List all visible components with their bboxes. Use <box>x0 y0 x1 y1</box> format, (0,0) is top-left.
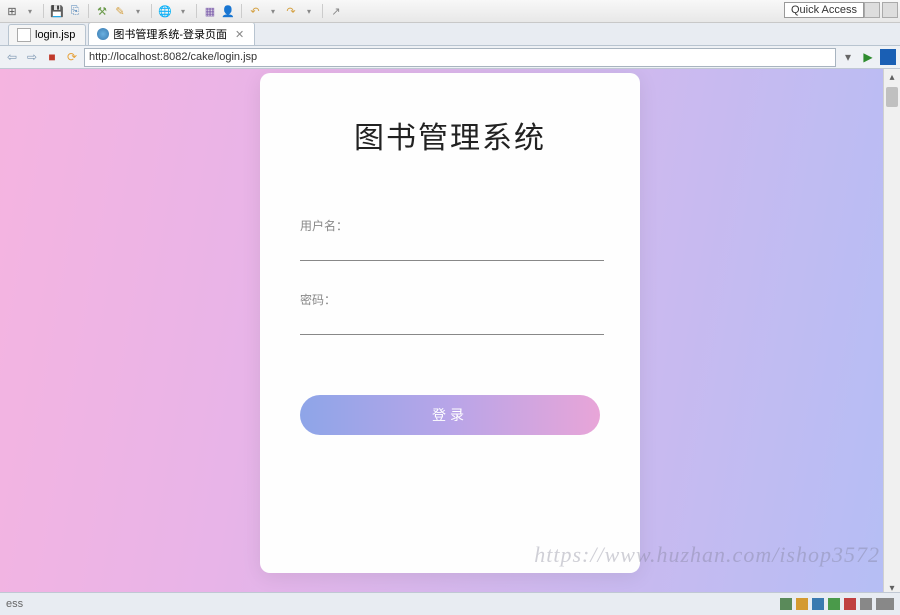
dropdown-icon[interactable]: ▾ <box>175 3 191 19</box>
status-icon[interactable] <box>860 598 872 610</box>
password-input[interactable] <box>300 312 604 335</box>
password-label: 密码： <box>300 291 600 308</box>
back-icon[interactable]: ⇦ <box>4 49 20 65</box>
status-icon[interactable] <box>828 598 840 610</box>
globe-icon <box>97 28 109 40</box>
status-icons <box>780 598 894 610</box>
login-button[interactable]: 登录 <box>300 395 600 435</box>
tab-label: login.jsp <box>35 29 75 41</box>
editor-tab-bar: login.jsp 图书管理系统-登录页面 ✕ <box>0 23 900 46</box>
brush-icon[interactable]: ✎ <box>112 3 128 19</box>
save-icon[interactable]: 💾 <box>49 3 65 19</box>
separator <box>241 4 242 18</box>
status-icon[interactable] <box>812 598 824 610</box>
close-tab-icon[interactable]: ✕ <box>235 28 244 41</box>
jsp-file-icon <box>17 28 31 42</box>
tool-icon[interactable]: ↗ <box>328 3 344 19</box>
separator <box>151 4 152 18</box>
main-toolbar: ⊞ ▾ 💾 ⎘ ⚒ ✎ ▾ 🌐 ▾ ▦ 👤 ↶ ▾ ↷ ▾ ↗ Quick Ac… <box>0 0 900 23</box>
vertical-scrollbar[interactable]: ▴ ▾ <box>883 69 900 596</box>
separator <box>88 4 89 18</box>
status-icon[interactable] <box>796 598 808 610</box>
dropdown-icon[interactable]: ▾ <box>301 3 317 19</box>
tab-label: 图书管理系统-登录页面 <box>113 26 227 42</box>
password-field-group: 密码： <box>300 291 600 335</box>
status-bar: ess <box>0 592 900 615</box>
scrollbar-thumb[interactable] <box>886 87 898 107</box>
separator <box>43 4 44 18</box>
username-input[interactable] <box>300 238 604 261</box>
status-text: ess <box>6 598 23 610</box>
forward-icon[interactable]: ⇨ <box>24 49 40 65</box>
refresh-icon[interactable]: ⟳ <box>64 49 80 65</box>
saveall-icon[interactable]: ⎘ <box>67 3 83 19</box>
url-dropdown-icon[interactable]: ▾ <box>840 50 856 64</box>
status-icon[interactable] <box>876 598 894 610</box>
status-icon[interactable] <box>844 598 856 610</box>
tab-browser-preview[interactable]: 图书管理系统-登录页面 ✕ <box>88 22 255 45</box>
browser-address-bar: ⇦ ⇨ ■ ⟳ ▾ ▶ <box>0 46 900 69</box>
forward-icon[interactable]: ↷ <box>283 3 299 19</box>
dropdown-icon[interactable]: ▾ <box>130 3 146 19</box>
username-label: 用户名： <box>300 217 600 234</box>
stop-icon[interactable]: ■ <box>44 49 60 65</box>
login-card: 图书管理系统 用户名： 密码： 登录 <box>260 73 640 573</box>
dropdown-icon[interactable]: ▾ <box>22 3 38 19</box>
browser-viewport: 图书管理系统 用户名： 密码： 登录 ▴ ▾ https://www.huzha… <box>0 69 900 596</box>
page-title: 图书管理系统 <box>300 113 600 157</box>
globe-icon[interactable]: 🌐 <box>157 3 173 19</box>
dropdown-icon[interactable]: ▾ <box>265 3 281 19</box>
external-browser-icon[interactable] <box>880 49 896 65</box>
person-icon[interactable]: 👤 <box>220 3 236 19</box>
separator <box>196 4 197 18</box>
scroll-up-icon[interactable]: ▴ <box>884 69 900 85</box>
url-input[interactable] <box>84 48 836 67</box>
tool-icon[interactable]: ⚒ <box>94 3 110 19</box>
go-icon[interactable]: ▶ <box>860 49 876 65</box>
username-field-group: 用户名： <box>300 217 600 261</box>
tab-login-jsp[interactable]: login.jsp <box>8 24 86 45</box>
perspective-icons <box>864 2 898 18</box>
perspective-icon[interactable] <box>864 2 880 18</box>
back-icon[interactable]: ↶ <box>247 3 263 19</box>
separator <box>322 4 323 18</box>
grid-icon[interactable]: ▦ <box>202 3 218 19</box>
perspective-icon[interactable] <box>882 2 898 18</box>
status-icon[interactable] <box>780 598 792 610</box>
new-icon[interactable]: ⊞ <box>4 3 20 19</box>
quick-access-button[interactable]: Quick Access <box>784 2 864 18</box>
